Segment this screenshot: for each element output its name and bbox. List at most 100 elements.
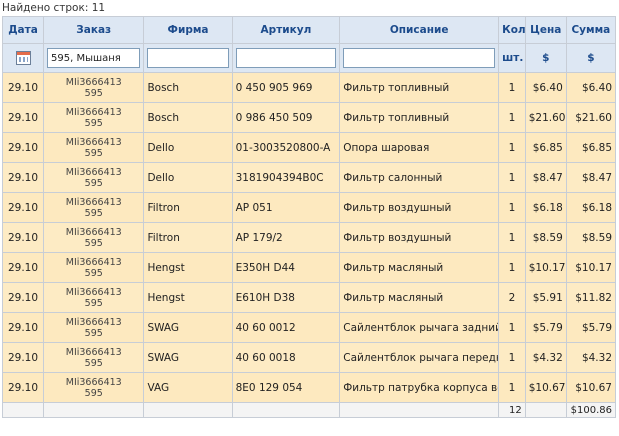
table-row[interactable]: 29.10 MIi3666413 595 Filtron AP 179/2 Фильтр … bbox=[2, 222, 617, 253]
cell-description: Сайлентблок рычага задний bbox=[339, 312, 500, 343]
cell-price: $6.40 bbox=[524, 72, 567, 103]
cell-firm: Filtron bbox=[143, 222, 233, 253]
table-row[interactable]: 29.10 MIi3666413 595 Filtron AP 051 Фильтр во… bbox=[2, 192, 617, 223]
order-number: MIi3666413 bbox=[65, 166, 122, 178]
table-row[interactable]: 29.10 MIi3666413 595 Bosch 0 986 450 509 Филь… bbox=[2, 102, 617, 133]
order-code: 595 bbox=[84, 387, 103, 399]
cell-price: $5.91 bbox=[524, 282, 567, 313]
cell-qty: 1 bbox=[498, 132, 526, 163]
cell-firm: Filtron bbox=[143, 192, 233, 223]
table-row[interactable]: 29.10 MIi3666413 595 Dello 01-3003520800-A Оп… bbox=[2, 132, 617, 163]
cell-sum: $6.18 bbox=[565, 192, 617, 223]
cell-order: MIi3666413 595 bbox=[42, 252, 145, 283]
cell-qty: 1 bbox=[498, 342, 526, 373]
cell-article: AP 179/2 bbox=[231, 222, 341, 253]
table-row[interactable]: 29.10 MIi3666413 595 Hengst E610H D38 Фильтр … bbox=[2, 282, 617, 313]
table-row[interactable]: 29.10 MIi3666413 595 Bosch 0 450 905 969 Филь… bbox=[2, 72, 617, 103]
cell-order: MIi3666413 595 bbox=[42, 312, 145, 343]
header-firm[interactable]: Фирма bbox=[143, 16, 233, 44]
rows-found-label: Найдено строк: 11 bbox=[2, 2, 106, 14]
cell-date: 29.10 bbox=[2, 102, 44, 133]
cell-date: 29.10 bbox=[2, 72, 44, 103]
header-price[interactable]: Цена bbox=[524, 16, 567, 44]
header-date[interactable]: Дата bbox=[2, 16, 44, 44]
firm-filter-cell bbox=[143, 43, 233, 73]
totals-empty-3 bbox=[143, 402, 233, 418]
cell-description: Фильтр масляный bbox=[339, 252, 500, 283]
table-row[interactable]: 29.10 MIi3666413 595 Hengst E350H D44 Фильтр … bbox=[2, 252, 617, 283]
cell-date: 29.10 bbox=[2, 282, 44, 313]
article-filter-cell bbox=[231, 43, 341, 73]
order-code: 595 bbox=[84, 267, 103, 279]
cell-sum: $6.40 bbox=[565, 72, 617, 103]
cell-article: 0 450 905 969 bbox=[231, 72, 341, 103]
cell-firm: Dello bbox=[143, 162, 233, 193]
cell-date: 29.10 bbox=[2, 252, 44, 283]
cell-price: $5.79 bbox=[524, 312, 567, 343]
order-code: 595 bbox=[84, 87, 103, 99]
orders-table: Дата Заказ Фирма Артикул Описание Кол Це… bbox=[2, 16, 617, 418]
cell-sum: $11.82 bbox=[565, 282, 617, 313]
description-filter-cell bbox=[339, 43, 500, 73]
cell-qty: 1 bbox=[498, 312, 526, 343]
article-filter-input[interactable] bbox=[235, 48, 337, 68]
cell-article: 8E0 129 054 bbox=[231, 372, 341, 403]
firm-filter-input[interactable] bbox=[147, 48, 229, 68]
cell-article: 3181904394B0C bbox=[231, 162, 341, 193]
header-article[interactable]: Артикул bbox=[231, 16, 341, 44]
cell-order: MIi3666413 595 bbox=[42, 372, 145, 403]
order-code: 595 bbox=[84, 357, 103, 369]
order-number: MIi3666413 bbox=[65, 376, 122, 388]
cell-sum: $8.59 bbox=[565, 222, 617, 253]
table-row[interactable]: 29.10 MIi3666413 595 Dello 3181904394B0C Филь… bbox=[2, 162, 617, 193]
date-filter-cell bbox=[2, 43, 44, 73]
header-qty[interactable]: Кол bbox=[498, 16, 526, 44]
cell-order: MIi3666413 595 bbox=[42, 282, 145, 313]
order-filter-input[interactable] bbox=[47, 48, 141, 68]
cell-article: E350H D44 bbox=[231, 252, 341, 283]
calendar-icon[interactable] bbox=[15, 51, 31, 65]
cell-description: Фильтр салонный bbox=[339, 162, 500, 193]
cell-sum: $21.60 bbox=[565, 102, 617, 133]
table-row[interactable]: 29.10 MIi3666413 595 SWAG 40 60 0012 Сайлентб… bbox=[2, 312, 617, 343]
cell-firm: VAG bbox=[143, 372, 233, 403]
cell-date: 29.10 bbox=[2, 192, 44, 223]
order-filter-cell bbox=[42, 43, 145, 73]
cell-order: MIi3666413 595 bbox=[42, 192, 145, 223]
cell-order: MIi3666413 595 bbox=[42, 102, 145, 133]
order-code: 595 bbox=[84, 237, 103, 249]
header-description[interactable]: Описание bbox=[339, 16, 500, 44]
total-qty: 12 bbox=[498, 402, 526, 418]
order-number: MIi3666413 bbox=[65, 256, 122, 268]
order-code: 595 bbox=[84, 117, 103, 129]
cell-description: Опора шаровая bbox=[339, 132, 500, 163]
cell-firm: Bosch bbox=[143, 102, 233, 133]
cell-description: Фильтр воздушный bbox=[339, 222, 500, 253]
header-order[interactable]: Заказ bbox=[42, 16, 145, 44]
cell-article: 01-3003520800-A bbox=[231, 132, 341, 163]
cell-article: 40 60 0018 bbox=[231, 342, 341, 373]
cell-qty: 1 bbox=[498, 222, 526, 253]
cell-firm: SWAG bbox=[143, 342, 233, 373]
totals-row: 12 $100.86 bbox=[2, 402, 617, 418]
order-code: 595 bbox=[84, 297, 103, 309]
header-sum[interactable]: Сумма bbox=[565, 16, 617, 44]
cell-sum: $10.67 bbox=[565, 372, 617, 403]
order-code: 595 bbox=[84, 327, 103, 339]
cell-description: Фильтр масляный bbox=[339, 282, 500, 313]
cell-sum: $4.32 bbox=[565, 342, 617, 373]
cell-order: MIi3666413 595 bbox=[42, 222, 145, 253]
cell-price: $10.67 bbox=[524, 372, 567, 403]
description-filter-input[interactable] bbox=[343, 48, 496, 68]
cell-article: E610H D38 bbox=[231, 282, 341, 313]
cell-order: MIi3666413 595 bbox=[42, 72, 145, 103]
cell-price: $4.32 bbox=[524, 342, 567, 373]
order-number: MIi3666413 bbox=[65, 76, 122, 88]
cell-order: MIi3666413 595 bbox=[42, 132, 145, 163]
totals-empty-5 bbox=[339, 402, 500, 418]
table-row[interactable]: 29.10 MIi3666413 595 VAG 8E0 129 054 Фильтр п… bbox=[2, 372, 617, 403]
cell-price: $8.47 bbox=[524, 162, 567, 193]
totals-empty-6 bbox=[524, 402, 567, 418]
totals-empty-4 bbox=[231, 402, 341, 418]
table-row[interactable]: 29.10 MIi3666413 595 SWAG 40 60 0018 Сайлентб… bbox=[2, 342, 617, 373]
